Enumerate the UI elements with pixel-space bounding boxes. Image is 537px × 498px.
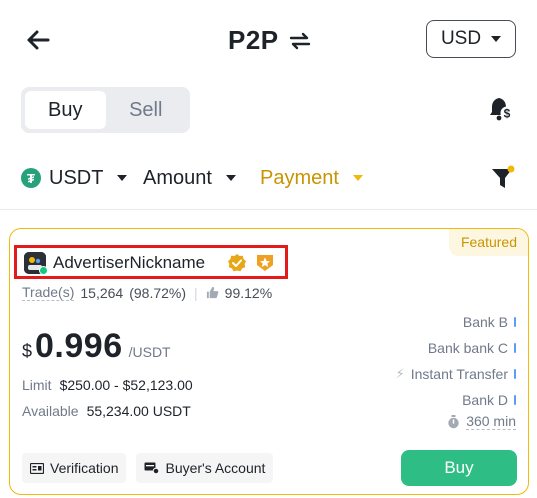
buy-sell-toggle: Buy Sell [21, 87, 190, 133]
svg-text:$: $ [504, 107, 511, 121]
advertiser-name[interactable]: AdvertiserNickname [53, 253, 205, 273]
available-value: 55,234.00 USDT [86, 403, 191, 419]
available-row: Available 55,234.00 USDT [22, 403, 191, 419]
payment-time-value: 360 min [466, 413, 516, 430]
chevron-down-icon [352, 175, 363, 181]
payment-method-item: Bank D [396, 387, 516, 413]
payment-method-item: Bank B [396, 309, 516, 335]
payment-method-label: Bank D [462, 392, 508, 408]
price-unit: /USDT [128, 344, 171, 360]
account-card-icon [144, 462, 160, 474]
featured-badge: Featured [448, 229, 528, 256]
asset-filter[interactable]: ₮ USDT [21, 160, 128, 196]
lightning-icon: ⚡ [395, 366, 405, 381]
method-bar [514, 395, 516, 405]
payment-method-label: Bank bank C [427, 340, 508, 356]
method-bar [514, 369, 516, 379]
page-title: P2P [228, 25, 279, 55]
online-status-dot [39, 266, 48, 275]
payment-methods: Bank B Bank bank C ⚡ Instant Transfer Ba… [396, 309, 516, 413]
swap-icon[interactable] [289, 30, 311, 52]
buyers-account-tag-label: Buyer's Account [165, 460, 266, 476]
available-label: Available [22, 403, 79, 419]
thumbs-up-icon [206, 286, 219, 299]
amount-filter-label: Amount [143, 166, 212, 189]
verified-badge-icon [228, 254, 246, 272]
advertiser-highlight: AdvertiserNickname [14, 245, 288, 279]
filter-funnel-icon[interactable] [490, 164, 516, 192]
payment-method-item: Bank bank C [396, 335, 516, 361]
verification-tag-label: Verification [50, 460, 119, 476]
limit-row: Limit $250.00 - $52,123.00 [22, 377, 193, 393]
method-bar [514, 343, 516, 353]
limit-label: Limit [22, 377, 52, 393]
requirement-tags: Verification Buyer's Account [22, 453, 274, 483]
limit-value: $250.00 - $52,123.00 [59, 377, 193, 393]
payment-filter-label: Payment [260, 166, 339, 189]
header-bar: P2P USD [0, 0, 537, 80]
asset-filter-label: USDT [49, 166, 104, 189]
verification-tag[interactable]: Verification [22, 453, 127, 483]
payment-method-label: Instant Transfer [410, 366, 508, 382]
divider [0, 209, 537, 210]
tether-icon: ₮ [21, 168, 41, 188]
trades-count: 15,264 [80, 284, 124, 301]
payment-filter[interactable]: Payment [260, 160, 363, 196]
price-value: 0.996 [35, 327, 123, 365]
chevron-down-icon [491, 36, 502, 42]
completion-rate: (98.72%) [129, 284, 187, 301]
trades-label: Trade(s) [22, 284, 75, 301]
filter-bar: ₮ USDT Amount Payment [21, 160, 521, 196]
buy-button[interactable]: Buy [401, 450, 517, 486]
payment-method-label: Bank B [462, 314, 508, 330]
currency-select[interactable]: USD [426, 20, 516, 58]
chevron-down-icon [225, 175, 236, 181]
price-block: $ 0.996 /USDT [22, 327, 171, 366]
stopwatch-icon [448, 414, 459, 428]
chevron-down-icon [117, 175, 128, 181]
tab-buy[interactable]: Buy [25, 91, 106, 129]
id-card-icon [30, 462, 44, 474]
currency-label: USD [440, 28, 482, 49]
stats-separator: | [194, 284, 198, 301]
buyers-account-tag[interactable]: Buyer's Account [136, 453, 274, 483]
title-group: P2P [228, 25, 311, 56]
shield-badge-icon [257, 255, 273, 271]
offer-card: Featured AdvertiserNickname Trade(s) 15,… [9, 228, 529, 495]
amount-filter[interactable]: Amount [143, 160, 236, 196]
method-bar [514, 317, 516, 327]
trade-stats: Trade(s) 15,264 (98.72%) | 99.12% [22, 284, 272, 301]
payment-method-item: ⚡ Instant Transfer [396, 361, 516, 387]
price-currency-symbol: $ [22, 341, 33, 361]
positive-rate: 99.12% [224, 284, 273, 301]
tab-sell[interactable]: Sell [106, 91, 187, 129]
arrow-left-icon[interactable] [24, 26, 52, 54]
bell-dollar-icon[interactable]: $ [488, 96, 514, 122]
payment-time: 360 min [447, 413, 516, 430]
